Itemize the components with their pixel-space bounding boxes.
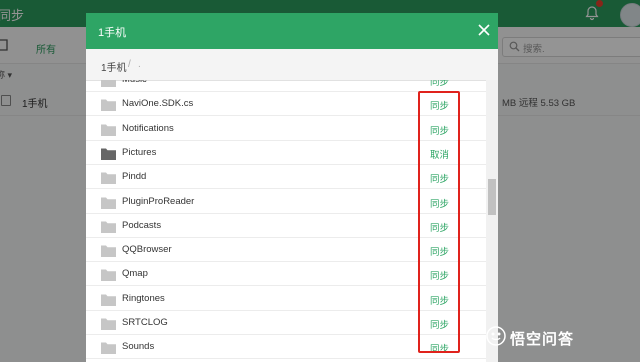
folder-icon	[101, 245, 116, 258]
folder-icon	[101, 80, 116, 87]
folder-icon	[101, 99, 116, 112]
folder-icon	[101, 221, 116, 233]
breadcrumb-separator: /	[128, 59, 131, 70]
close-icon[interactable]	[477, 23, 491, 37]
highlight-box	[418, 91, 460, 353]
breadcrumb: 1手机 / .	[86, 49, 498, 81]
folder-name: Podcasts	[122, 219, 162, 231]
folder-icon	[101, 172, 116, 185]
folder-name: PluginProReader	[122, 195, 195, 207]
breadcrumb-current: .	[138, 59, 141, 70]
folder-icon	[101, 294, 116, 306]
folder-name: Sounds	[122, 341, 155, 353]
folder-name: SRTCLOG	[122, 317, 168, 328]
folder-name: Music	[122, 80, 147, 85]
folder-name: Notifications	[122, 122, 174, 134]
scrollbar[interactable]	[486, 80, 498, 362]
folder-icon	[101, 269, 116, 282]
folder-name: NaviOne.SDK.cs	[122, 98, 194, 110]
dialog-header: 1手机	[86, 13, 498, 49]
folder-name: Pictures	[122, 146, 157, 158]
folder-icon	[101, 197, 116, 209]
folder-icon	[101, 148, 116, 160]
folder-icon	[101, 318, 116, 330]
breadcrumb-root[interactable]: 1手机	[101, 59, 127, 74]
folder-icon	[101, 124, 116, 136]
sync-button[interactable]: 同步	[430, 80, 449, 88]
folder-icon	[101, 342, 116, 355]
folder-name: Pindd	[122, 171, 147, 183]
folder-name: Ringtones	[122, 292, 165, 304]
watermark-logo	[486, 326, 506, 346]
scrollbar-thumb[interactable]	[488, 179, 496, 215]
folder-name: QQBrowser	[122, 244, 172, 256]
folder-name: Qmap	[122, 268, 148, 280]
watermark-text: 悟空问答	[510, 331, 575, 348]
dialog-title: 1手机	[98, 27, 127, 39]
